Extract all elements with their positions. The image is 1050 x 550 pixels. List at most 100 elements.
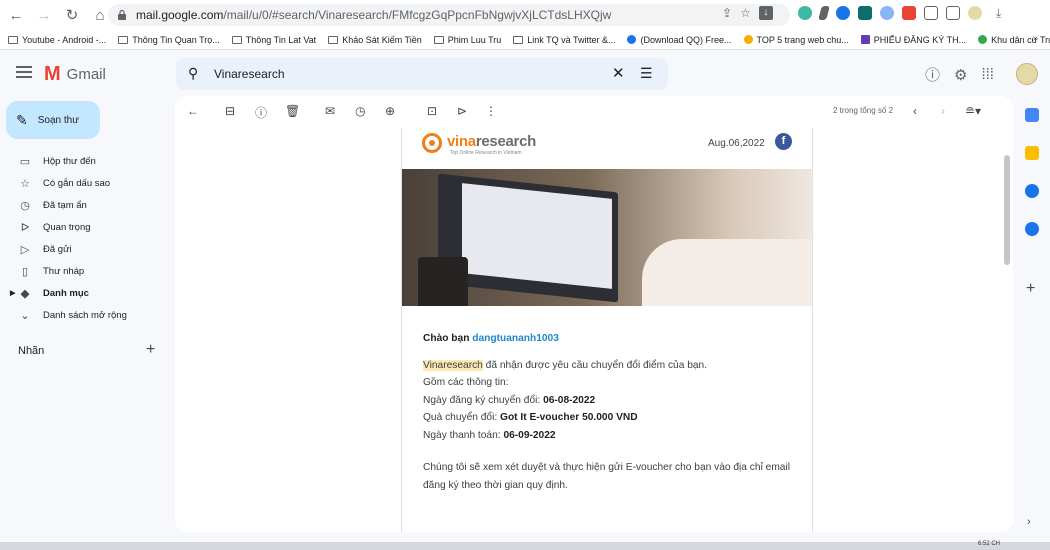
tasks-icon[interactable]	[1025, 184, 1039, 198]
email-header: vinaresearch Top Online Research in Viet…	[402, 128, 812, 169]
folder-icon	[513, 35, 524, 44]
bookmark-item[interactable]: TOP 5 trang web chu...	[743, 35, 849, 45]
label-as-icon[interactable]: ⊳	[457, 104, 467, 118]
username: dangtuananh1003	[472, 333, 559, 344]
expand-side-panel-icon[interactable]: ›	[1027, 516, 1031, 528]
extension-icon[interactable]	[836, 6, 850, 20]
bookmark-item[interactable]: Thông Tin Lat Vat	[231, 35, 316, 45]
download-icon[interactable]: ⤓	[996, 6, 1001, 21]
facebook-icon[interactable]: f	[775, 133, 792, 150]
bookmark-item[interactable]: Thông Tin Quan Trọ...	[118, 35, 220, 45]
back-icon[interactable]: ←	[4, 3, 28, 27]
pager-count: 2 trong tổng số 2	[833, 106, 894, 115]
puzzle-icon[interactable]	[924, 6, 938, 20]
gmail-logo[interactable]: M Gmail	[44, 63, 106, 86]
bookmark-item[interactable]: (Download QQ) Free...	[627, 34, 732, 45]
search-input[interactable]: Vinaresearch	[214, 67, 285, 81]
extension-icon[interactable]	[880, 6, 894, 20]
compose-button[interactable]: ✎ Soạn thư	[6, 101, 100, 139]
move-to-icon[interactable]: ⊡	[427, 104, 437, 118]
sidebar-item-label: Thư nháp	[43, 265, 85, 277]
sidebar-item-sent[interactable]: ▷ Đã gửi	[0, 238, 170, 260]
newer-icon[interactable]: ‹	[913, 104, 917, 118]
send-icon: ▷	[20, 243, 30, 256]
bookmark-item[interactable]: Youtube - Android -...	[8, 35, 106, 45]
reg-label: Ngày đăng ký chuyển đổi:	[423, 394, 544, 406]
profile-icon[interactable]	[968, 6, 982, 20]
sidebar-item-more[interactable]: ⌄ Danh sách mở rộng	[0, 304, 170, 326]
lock-icon	[118, 9, 126, 20]
delete-icon[interactable]: 🗑	[285, 104, 300, 118]
keep-icon[interactable]	[1025, 146, 1039, 160]
back-to-list-icon[interactable]: ←	[187, 104, 199, 118]
sidebar-item-starred[interactable]: ☆ Có gắn dấu sao	[0, 172, 170, 194]
brand-tagline: Top Online Research in Vietnam	[450, 150, 522, 156]
email-text: Chào bạn dangtuananh1003 Vinaresearch đã…	[423, 330, 803, 494]
folder-icon	[8, 35, 18, 44]
vinaresearch-logo-icon	[422, 133, 442, 153]
report-spam-icon[interactable]: ⓘ	[255, 104, 267, 121]
brand-name: vinaresearch	[447, 133, 536, 150]
sidebar-item-categories[interactable]: ▶ ◆ Danh mục	[0, 282, 170, 304]
help-icon[interactable]: ⓘ	[925, 64, 940, 85]
settings-gear-icon[interactable]: ⚙	[954, 66, 967, 84]
clear-search-icon[interactable]: ✕	[612, 64, 625, 82]
important-icon: ᐅ	[20, 221, 30, 234]
get-addons-icon[interactable]: +	[1026, 280, 1035, 298]
add-label-icon[interactable]: +	[146, 341, 155, 359]
mark-unread-icon[interactable]: ✉	[325, 104, 335, 118]
site-icon	[978, 35, 988, 44]
calendar-icon[interactable]	[1025, 108, 1039, 122]
sidebar-item-inbox[interactable]: ▭ Hộp thư đến	[0, 150, 170, 172]
bookmark-item[interactable]: Phim Luu Tru	[433, 34, 502, 45]
sidebar-item-drafts[interactable]: ▯ Thư nháp	[0, 260, 170, 282]
sidebar-item-label: Hộp thư đến	[43, 155, 96, 167]
line-includes: Gồm các thông tin:	[423, 377, 509, 388]
older-icon[interactable]: ›	[941, 104, 945, 118]
search-icon[interactable]: ⚲	[188, 65, 198, 82]
message-view: ← ⊟ ⓘ 🗑 ✉ ◷ ⊕ ⊡ ⊳ ⋮ 2 trong tổng số 2 ‹ …	[175, 96, 1013, 532]
extension-icon[interactable]	[798, 6, 812, 20]
sidebar-item-snoozed[interactable]: ◷ Đã tạm ẩn	[0, 194, 170, 216]
bookmark-label: (Download QQ) Free...	[640, 34, 732, 45]
sidebar-item-important[interactable]: ᐅ Quan trọng	[0, 216, 170, 238]
apps-grid-icon[interactable]: ⁞⁞⁞	[981, 66, 994, 83]
avatar[interactable]	[1016, 63, 1038, 85]
bookmark-item[interactable]: Khu dân cư Trường S...	[978, 35, 1050, 45]
share-icon[interactable]: ⇪	[722, 6, 732, 20]
greeting: Chào bạn dangtuananh1003	[423, 330, 803, 348]
search-bar[interactable]: ⚲ Vinaresearch ✕ ☰	[176, 58, 668, 90]
tab-search-icon[interactable]	[946, 6, 960, 20]
clock: 6:52 CH	[977, 541, 1000, 547]
folder-icon	[118, 35, 129, 44]
bookmark-item[interactable]: Khảo Sát Kiếm Tiền	[328, 35, 422, 45]
line-registration-date: Ngày đăng ký chuyển đổi: 06-08-2022	[423, 392, 803, 410]
bookmark-star-icon[interactable]: ☆	[740, 6, 751, 20]
snooze-icon[interactable]: ◷	[355, 104, 365, 118]
main-menu-icon[interactable]	[16, 66, 32, 78]
forward-icon[interactable]: →	[32, 3, 56, 27]
bookmark-item[interactable]: PHIẾU ĐĂNG KÝ TH...	[860, 35, 966, 45]
contacts-icon[interactable]	[1025, 222, 1039, 236]
clock-icon: ◷	[20, 199, 30, 212]
input-tools-icon[interactable]: ≘▾	[965, 104, 981, 118]
caret-right-icon[interactable]: ▶	[10, 289, 15, 297]
download-page-icon[interactable]: ↓	[758, 6, 773, 20]
search-options-icon[interactable]: ☰	[640, 65, 653, 82]
more-options-icon[interactable]: ⋮	[485, 104, 497, 118]
bookmark-label: Khảo Sát Kiếm Tiền	[342, 34, 422, 45]
extension-icon[interactable]	[902, 6, 916, 20]
reload-icon[interactable]: ↻	[60, 3, 84, 27]
scrollbar[interactable]	[1004, 155, 1010, 265]
archive-icon[interactable]: ⊟	[225, 104, 235, 118]
extension-icon[interactable]	[818, 6, 830, 20]
bookmark-item[interactable]: Link TQ và Twitter &...	[513, 35, 615, 45]
address-bar[interactable]: mail.google.com/mail/u/0/#search/Vinares…	[108, 4, 790, 26]
hand-image	[642, 239, 812, 306]
bookmark-label: Phim Luu Tru	[447, 34, 502, 45]
extension-icon[interactable]	[858, 6, 872, 20]
add-task-icon[interactable]: ⊕	[385, 104, 395, 118]
more-bookmarks-icon[interactable]: »	[1032, 33, 1038, 44]
sidebar-item-label: Đã gửi	[43, 243, 72, 255]
brand-prefix: vina	[447, 133, 476, 150]
